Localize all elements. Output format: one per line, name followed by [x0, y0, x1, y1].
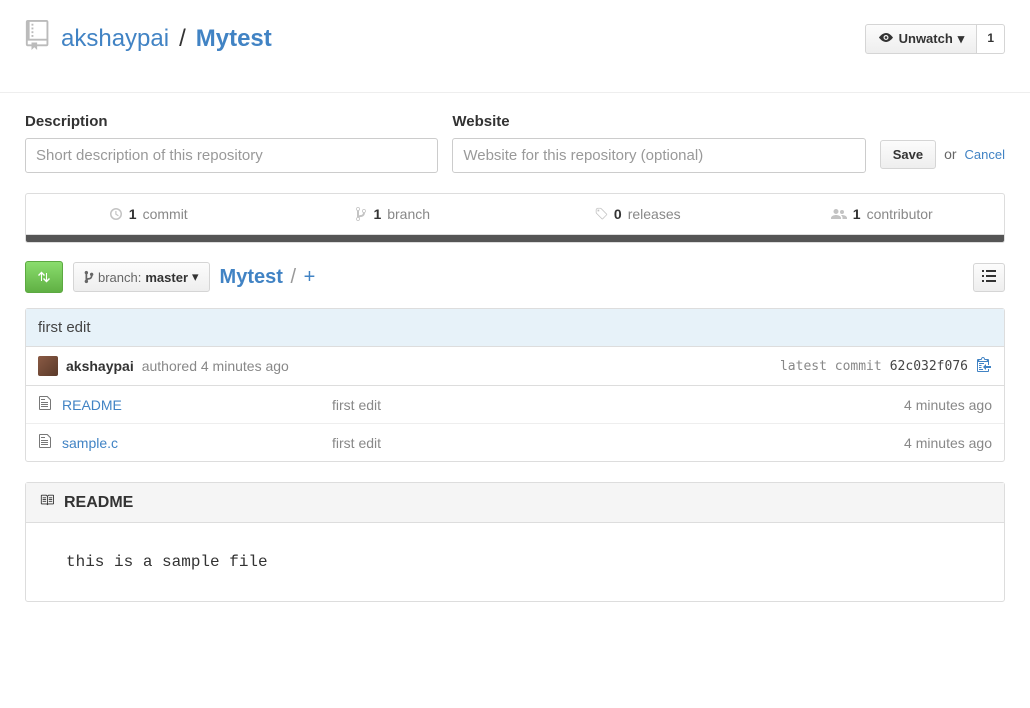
repo-title: akshaypai / Mytest [25, 20, 272, 57]
file-commit-msg[interactable]: first edit [332, 435, 904, 451]
list-icon [982, 270, 996, 282]
unwatch-button[interactable]: Unwatch ▾ [865, 24, 978, 54]
commit-author[interactable]: akshaypai [66, 358, 134, 374]
repo-icon [25, 20, 53, 57]
divider [0, 92, 1030, 93]
website-input[interactable] [452, 138, 865, 173]
avatar [38, 356, 58, 376]
file-date: 4 minutes ago [904, 397, 992, 413]
stats-bar: 1 commit 1 branch 0 releases 1 contribut… [25, 193, 1005, 235]
file-listing: first edit akshaypai authored 4 minutes … [25, 308, 1005, 462]
readme-title: README [64, 494, 133, 512]
new-file-button[interactable]: + [304, 266, 316, 288]
caret-down-icon: ▾ [192, 269, 199, 285]
file-link[interactable]: sample.c [62, 435, 118, 451]
compare-icon [36, 269, 52, 285]
latest-commit-meta: akshaypai authored 4 minutes ago latest … [26, 347, 1004, 386]
or-text: or [944, 146, 956, 162]
tag-icon [594, 207, 608, 221]
commits-stat[interactable]: 1 commit [26, 194, 271, 234]
latest-commit-message[interactable]: first edit [26, 309, 1004, 347]
compare-button[interactable] [25, 261, 63, 293]
file-icon [38, 395, 52, 414]
history-icon [109, 207, 123, 221]
description-label: Description [25, 113, 438, 130]
people-icon [831, 207, 847, 221]
file-row: README first edit 4 minutes ago [26, 386, 1004, 424]
latest-commit-label: latest commit [780, 359, 882, 374]
unwatch-label: Unwatch [899, 31, 953, 46]
commit-authored-text: authored 4 minutes ago [142, 358, 289, 374]
book-icon [38, 493, 56, 512]
cancel-link[interactable]: Cancel [965, 147, 1005, 162]
branches-stat[interactable]: 1 branch [271, 194, 516, 234]
path-repo-link[interactable]: Mytest [220, 266, 283, 288]
breadcrumb: Mytest / + [220, 266, 316, 289]
website-label: Website [452, 113, 865, 130]
list-view-button[interactable] [973, 263, 1005, 292]
owner-link[interactable]: akshaypai [61, 25, 169, 53]
commit-sha[interactable]: 62c032f076 [890, 359, 968, 374]
caret-down-icon: ▾ [958, 31, 965, 47]
contributors-stat[interactable]: 1 contributor [760, 194, 1005, 234]
readme-content: this is a sample file [26, 523, 1004, 601]
file-link[interactable]: README [62, 397, 122, 413]
description-input[interactable] [25, 138, 438, 173]
branch-selector[interactable]: branch: master ▾ [73, 262, 210, 292]
clipboard-icon[interactable] [976, 356, 992, 376]
readme-header: README [26, 483, 1004, 523]
file-date: 4 minutes ago [904, 435, 992, 451]
branch-icon [355, 206, 367, 222]
language-bar[interactable] [25, 235, 1005, 243]
eye-icon [878, 31, 894, 47]
save-button[interactable]: Save [880, 140, 936, 169]
file-commit-msg[interactable]: first edit [332, 397, 904, 413]
file-icon [38, 433, 52, 452]
repo-link[interactable]: Mytest [196, 25, 272, 52]
watch-count[interactable]: 1 [977, 24, 1005, 54]
separator: / [179, 25, 186, 53]
releases-stat[interactable]: 0 releases [515, 194, 760, 234]
branch-icon [84, 270, 94, 284]
readme-panel: README this is a sample file [25, 482, 1005, 602]
file-row: sample.c first edit 4 minutes ago [26, 424, 1004, 461]
